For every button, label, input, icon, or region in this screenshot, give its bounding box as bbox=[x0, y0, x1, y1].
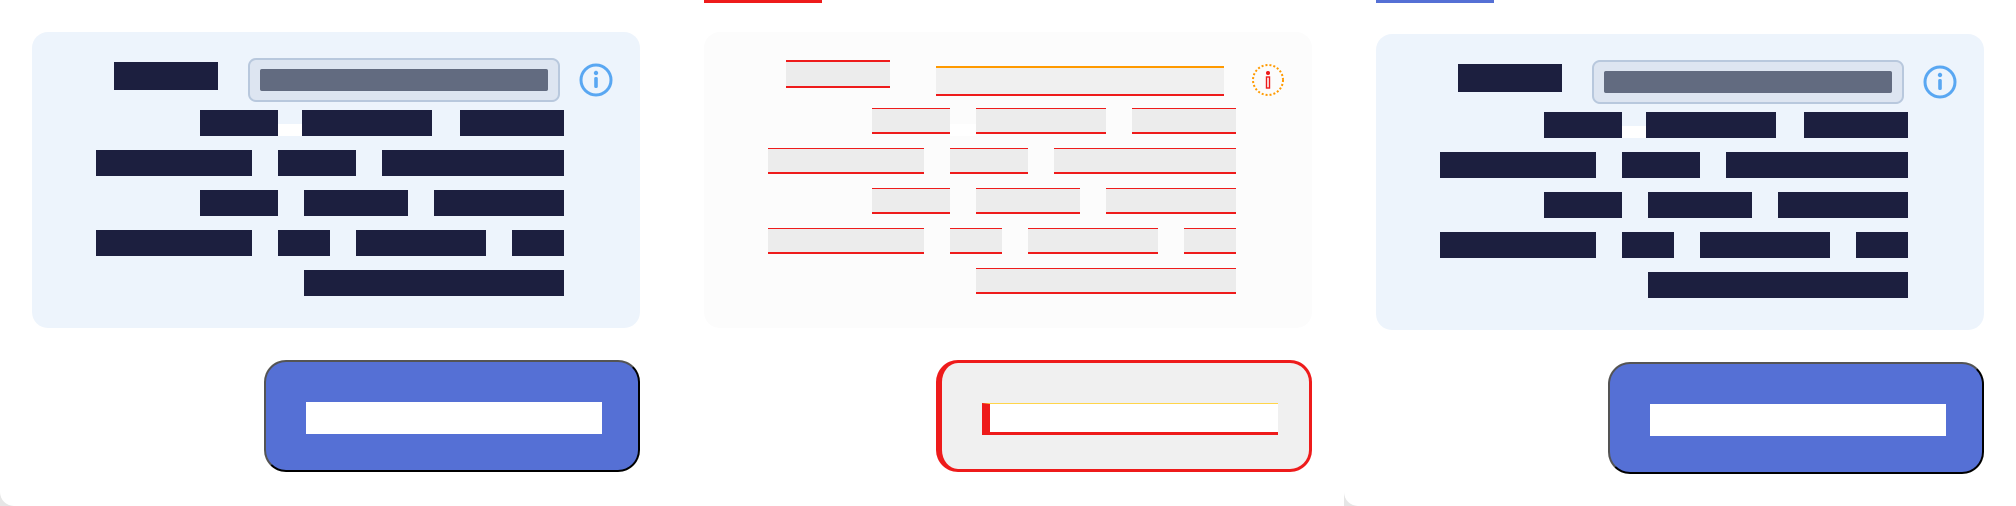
left-panel bbox=[0, 0, 672, 506]
content-card bbox=[704, 32, 1312, 328]
text-line-segment bbox=[1054, 148, 1236, 174]
text-line-segment bbox=[872, 108, 950, 134]
text-line-segment bbox=[1106, 188, 1236, 214]
text-line-segment bbox=[278, 230, 330, 256]
top-accent bbox=[1376, 0, 1494, 3]
primary-button-label bbox=[306, 402, 602, 434]
text-line-segment bbox=[434, 190, 564, 216]
text-line-segment bbox=[1132, 108, 1236, 134]
middle-debug-panel bbox=[672, 0, 1344, 506]
text-line-segment bbox=[304, 190, 408, 216]
text-line-segment bbox=[302, 110, 432, 136]
text-line-segment bbox=[1622, 152, 1700, 178]
text-line-segment bbox=[976, 188, 1080, 214]
text-field-value bbox=[1604, 71, 1892, 93]
text-field-value bbox=[936, 66, 1224, 96]
text-line-segment bbox=[1440, 152, 1596, 178]
primary-button-label bbox=[982, 403, 1278, 435]
cursor-gap bbox=[278, 124, 302, 136]
text-line-segment bbox=[382, 150, 564, 176]
text-line-segment bbox=[1778, 192, 1908, 218]
cursor-gap bbox=[950, 124, 976, 136]
right-panel bbox=[1344, 0, 2016, 506]
primary-button-label bbox=[1650, 404, 1946, 436]
text-line-segment bbox=[512, 230, 564, 256]
text-line-segment bbox=[304, 270, 564, 296]
text-field[interactable] bbox=[1592, 60, 1904, 104]
text-line-segment bbox=[1440, 232, 1596, 258]
text-line-segment bbox=[872, 188, 950, 214]
field-label bbox=[114, 62, 218, 90]
info-icon[interactable] bbox=[1248, 60, 1288, 100]
text-field[interactable] bbox=[936, 58, 1224, 102]
info-icon[interactable] bbox=[576, 60, 616, 100]
text-line-segment bbox=[1028, 228, 1158, 254]
text-line-segment bbox=[200, 190, 278, 216]
content-card bbox=[1376, 34, 1984, 330]
text-line-segment bbox=[1726, 152, 1908, 178]
text-line-segment bbox=[1184, 228, 1236, 254]
text-line-segment bbox=[460, 110, 564, 136]
text-line-segment bbox=[96, 230, 252, 256]
text-line-segment bbox=[1856, 232, 1908, 258]
cursor-gap bbox=[1622, 126, 1646, 138]
text-line-segment bbox=[1648, 272, 1908, 298]
text-line-segment bbox=[950, 228, 1002, 254]
text-line-segment bbox=[1544, 192, 1622, 218]
text-line-segment bbox=[976, 108, 1106, 134]
text-line-segment bbox=[1700, 232, 1830, 258]
text-line-segment bbox=[768, 148, 924, 174]
comparison-screen bbox=[0, 0, 2016, 506]
text-line-segment bbox=[950, 148, 1028, 174]
text-line-segment bbox=[356, 230, 486, 256]
text-line-segment bbox=[96, 150, 252, 176]
top-accent bbox=[704, 0, 822, 3]
field-label bbox=[1458, 64, 1562, 92]
text-line-segment bbox=[976, 268, 1236, 294]
field-label bbox=[786, 60, 890, 88]
text-line-segment bbox=[1544, 112, 1622, 138]
text-field[interactable] bbox=[248, 58, 560, 102]
primary-button[interactable] bbox=[264, 360, 640, 472]
text-line-segment bbox=[200, 110, 278, 136]
content-card bbox=[32, 32, 640, 328]
primary-button[interactable] bbox=[1608, 362, 1984, 474]
text-line-segment bbox=[1648, 192, 1752, 218]
text-line-segment bbox=[278, 150, 356, 176]
text-line-segment bbox=[1804, 112, 1908, 138]
text-line-segment bbox=[768, 228, 924, 254]
info-icon[interactable] bbox=[1920, 62, 1960, 102]
text-line-segment bbox=[1622, 232, 1674, 258]
primary-button[interactable] bbox=[936, 360, 1312, 472]
text-field-value bbox=[260, 69, 548, 91]
text-line-segment bbox=[1646, 112, 1776, 138]
